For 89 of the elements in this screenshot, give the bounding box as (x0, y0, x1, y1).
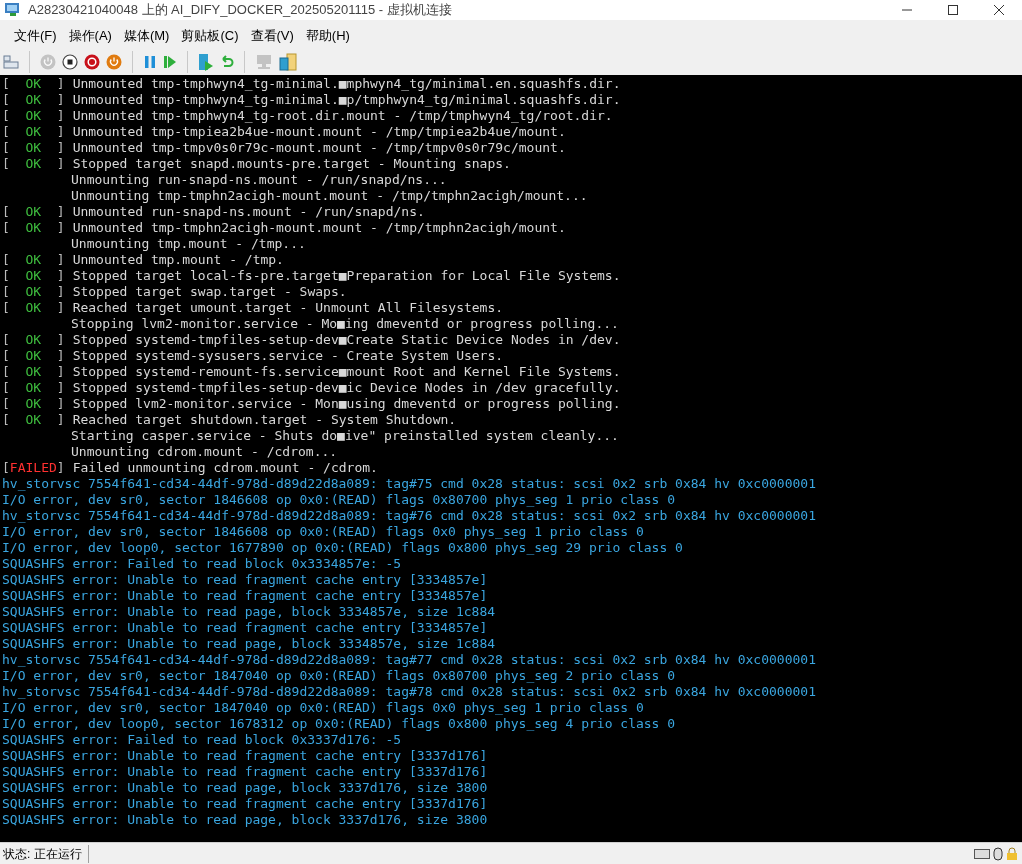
kernel-message: SQUASHFS error: Failed to read block 0x3334857e: -5 (2, 556, 402, 572)
computer-icon (4, 2, 22, 18)
status-tag: [ OK ] (2, 396, 65, 412)
kernel-message: SQUASHFS error: Unable to read fragment cache entry [3337d176] (2, 796, 488, 812)
log-line: Unmounted tmp-tmphwyn4_tg-minimal.■mphwyn4_tg/minimal.en.squashfs.dir. (72, 76, 621, 92)
window-title: A28230421040048 上的 AI_DIFY_DOCKER_202505201115 - 虚拟机连接 (28, 1, 452, 20)
status-tag: [ OK ] (2, 364, 65, 380)
menu-item[interactable]: 操作(A) (62, 26, 118, 46)
kernel-message: SQUASHFS error: Unable to read page, block 3334857e, size 1c884 (2, 604, 496, 620)
kernel-message: I/O error, dev sr0, sector 1847040 op 0x0:(READ) flags 0x80700 phys_seg 2 prio class 0 (2, 668, 676, 684)
log-line: Unmounted tmp-tmphwyn4_tg-minimal.■p/tmphwyn4_tg/minimal.squashfs.dir. (72, 92, 621, 108)
log-line: Stopped target local-fs-pre.target■Preparation for Local File Systems. (72, 268, 621, 284)
status-text: 状态: 正在运行 (0, 844, 89, 863)
status-tag: [ OK ] (2, 252, 65, 268)
undo-icon[interactable] (220, 54, 234, 69)
log-line: Unmounting run-snapd-ns.mount - /run/snapd/ns... (71, 172, 447, 188)
menu-item[interactable]: 查看(V) (244, 26, 300, 46)
power-icon[interactable] (106, 53, 122, 70)
keyboard-icon[interactable] (3, 54, 19, 69)
log-line: Stopped systemd-tmpfiles-setup-dev■ic Device Nodes in /dev gracefully. (72, 380, 621, 396)
log-line: Failed unmounting cdrom.mount - /cdrom. (72, 460, 378, 476)
play-icon[interactable] (163, 54, 177, 69)
power-off-icon[interactable] (84, 53, 100, 70)
kernel-message: SQUASHFS error: Unable to read fragment cache entry [3337d176] (2, 764, 488, 780)
kernel-message: SQUASHFS error: Unable to read fragment cache entry [3334857e] (2, 572, 488, 588)
log-line: Unmounted tmp-tmpiea2b4ue-mount.mount - /tmp/tmpiea2b4ue/mount. (72, 124, 566, 140)
status-tag: [ OK ] (2, 76, 65, 92)
menu-item[interactable]: 文件(F) (8, 26, 63, 46)
status-tag: [ OK ] (2, 156, 65, 172)
close-icon (994, 5, 1004, 15)
status-tag: [ OK ] (2, 332, 65, 348)
kernel-message: I/O error, dev sr0, sector 1846608 op 0x0:(READ) flags 0x0 phys_seg 1 prio class 0 (2, 524, 644, 540)
status-tag: [ OK ] (2, 268, 65, 284)
log-line: Stopped systemd-remount-fs.service■mount Root and Kernel File Systems. (72, 364, 621, 380)
kernel-message: hv_storvsc 7554f641-cd34-44df-978d-d89d22d8a089: tag#76 cmd 0x28 status: scsi 0x2 srb 0x84 hv 0xc0000001 (2, 508, 816, 524)
log-line: Unmounting cdrom.mount - /cdrom... (71, 444, 338, 460)
kernel-message: SQUASHFS error: Unable to read page, block 3334857e, size 1c884 (2, 636, 496, 652)
status-tag: [ OK ] (2, 220, 65, 236)
log-line: Unmounted tmp.mount - /tmp. (72, 252, 284, 268)
log-line: Stopped target swap.target - Swaps. (72, 284, 347, 300)
kernel-message: hv_storvsc 7554f641-cd34-44df-978d-d89d22d8a089: tag#75 cmd 0x28 status: scsi 0x2 srb 0x84 hv 0xc0000001 (2, 476, 816, 492)
kernel-message: SQUASHFS error: Unable to read page, block 3337d176, size 3800 (2, 780, 488, 796)
log-line: Stopped systemd-tmpfiles-setup-dev■Create Static Device Nodes in /dev. (72, 332, 621, 348)
log-line: Stopping lvm2-monitor.service - Mo■ing dmeventd or progress polling... (71, 316, 619, 332)
pause-icon[interactable] (143, 54, 157, 69)
log-line: Unmounted tmp-tmphwyn4_tg-root.dir.mount - /tmp/tmphwyn4_tg/root.dir. (72, 108, 613, 124)
lock-icon (1006, 846, 1018, 861)
menu-item[interactable]: 帮助(H) (299, 26, 356, 46)
server-icon[interactable] (279, 52, 297, 71)
keyboard-icon (974, 848, 990, 859)
kernel-message: SQUASHFS error: Unable to read page, block 3337d176, size 3800 (2, 812, 488, 828)
kernel-message: hv_storvsc 7554f641-cd34-44df-978d-d89d22d8a089: tag#78 cmd 0x28 status: scsi 0x2 srb 0x84 hv 0xc0000001 (2, 684, 816, 700)
status-tag: [FAILED] (2, 460, 65, 476)
maximize-icon (948, 5, 958, 15)
log-line: Unmounted tmp-tmphn2acigh-mount.mount - /tmp/tmphn2acigh/mount. (72, 220, 566, 236)
status-tag: [ OK ] (2, 284, 65, 300)
kernel-message: I/O error, dev sr0, sector 1847040 op 0x0:(READ) flags 0x0 phys_seg 1 prio class 0 (2, 700, 644, 716)
status-tag: [ OK ] (2, 348, 65, 364)
log-line: Reached target shutdown.target - System Shutdown. (72, 412, 457, 428)
status-tag: [ OK ] (2, 108, 65, 124)
log-line: Unmounting tmp-tmphn2acigh-mount.mount - /tmp/tmphn2acigh/mount... (71, 188, 588, 204)
kernel-message: I/O error, dev loop0, sector 1678312 op 0x0:(READ) flags 0x800 phys_seg 4 prio class 0 (2, 716, 676, 732)
kernel-message: hv_storvsc 7554f641-cd34-44df-978d-d89d22d8a089: tag#77 cmd 0x28 status: scsi 0x2 srb 0x84 hv 0xc0000001 (2, 652, 816, 668)
log-line: Starting casper.service - Shuts do■ive" preinstalled system cleanly... (71, 428, 619, 444)
log-line: Unmounted run-snapd-ns.mount - /run/snapd/ns. (72, 204, 425, 220)
stop-icon[interactable] (62, 53, 78, 70)
status-tag: [ OK ] (2, 92, 65, 108)
status-tag: [ OK ] (2, 300, 65, 316)
kernel-message: SQUASHFS error: Unable to read fragment cache entry [3334857e] (2, 620, 488, 636)
snapshot-icon[interactable] (198, 52, 214, 71)
menu-item[interactable]: 媒体(M) (117, 26, 176, 46)
log-line: Stopped systemd-sysusers.service - Create System Users. (72, 348, 504, 364)
status-tag: [ OK ] (2, 380, 65, 396)
status-tag: [ OK ] (2, 124, 65, 140)
log-line: Stopped target snapd.mounts-pre.target - Mounting snaps. (72, 156, 511, 172)
kernel-message: I/O error, dev sr0, sector 1846608 op 0x0:(READ) flags 0x80700 phys_seg 1 prio class 0 (2, 492, 676, 508)
log-line: Stopped lvm2-monitor.service - Mon■using dmeventd or progress polling. (72, 396, 621, 412)
kernel-message: SQUASHFS error: Unable to read fragment cache entry [3337d176] (2, 748, 488, 764)
kernel-message: SQUASHFS error: Failed to read block 0x3337d176: -5 (2, 732, 402, 748)
kernel-message: I/O error, dev loop0, sector 1677890 op 0x0:(READ) flags 0x800 phys_seg 29 prio class 0 (2, 540, 683, 556)
log-line: Reached target umount.target - Unmount All Filesystems. (72, 300, 504, 316)
log-line: Unmounted tmp-tmpv0s0r79c-mount.mount - /tmp/tmpv0s0r79c/mount. (72, 140, 566, 156)
status-tag: [ OK ] (2, 412, 65, 428)
status-tag: [ OK ] (2, 140, 65, 156)
menu-item[interactable]: 剪贴板(C) (175, 26, 245, 46)
log-line: Unmounting tmp.mount - /tmp... (71, 236, 306, 252)
mouse-icon (993, 846, 1003, 861)
kernel-message: SQUASHFS error: Unable to read fragment cache entry [3334857e] (2, 588, 488, 604)
status-tag: [ OK ] (2, 204, 65, 220)
